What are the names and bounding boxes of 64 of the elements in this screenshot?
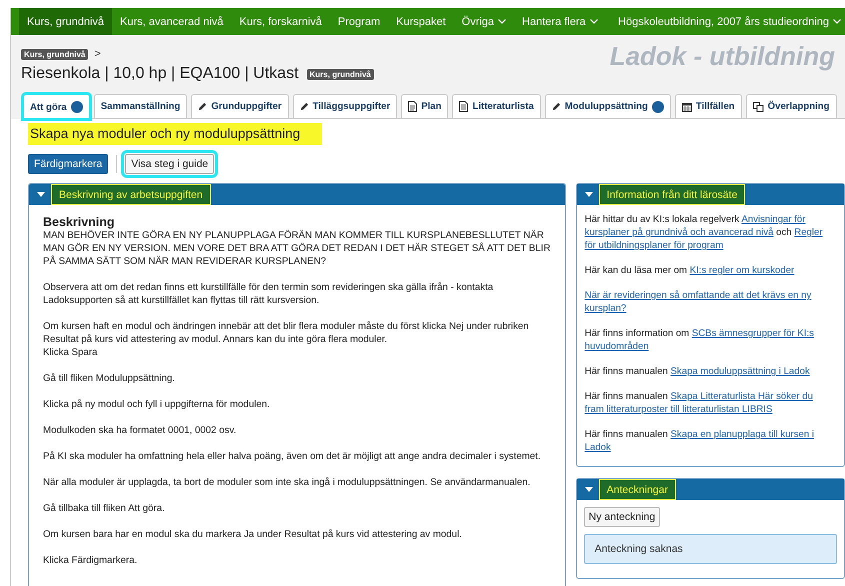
new-note-button[interactable]: Ny anteckning	[584, 507, 660, 527]
paragraph: MAN BEHÖVER INTE GÖRA EN NY PLANUPPLAGA FÖRÄN MAN KOMMER TILL KURSPLANEBESLLUTET NÄR MAN GÖR EN NY VERSION. MEN VORE DET BRA ATT GÖRA DET REDAN I DET HÄR STEGET SÅ ATT DET BLIR PÅ SAMMA SÄTT SOM NÄR MAN REVIDERAR KURSPLANEN?	[43, 229, 551, 268]
tab[interactable]: Grunduppgifter	[191, 94, 289, 118]
app-name: Ladok - utbildning	[610, 41, 835, 72]
tab[interactable]: Moduluppsättning	[544, 94, 671, 118]
paragraph: När är revideringen så omfattande att det krävs en ny kursplan?	[584, 289, 812, 315]
nav-link[interactable]: Högskoleutbildning, 2007 års studieordning	[610, 8, 845, 35]
calendar-icon	[682, 102, 692, 112]
tab[interactable]: Överlappning	[746, 94, 837, 118]
tab[interactable]: Litteraturlista	[452, 94, 541, 118]
paragraph: Här finns manualen Skapa Litteraturlista Här söker du fram litteraturposter till litteraturlistan LIBRIS	[584, 390, 814, 416]
document-icon	[408, 101, 418, 112]
page-heading: Skapa nya moduler och ny moduluppsättning	[28, 123, 322, 145]
tab[interactable]: Tillfällen	[674, 94, 742, 118]
pencil-icon	[198, 102, 208, 111]
pencil-icon	[552, 102, 561, 111]
paragraph: Klicka på ny modul och fyll i uppgifterna för modulen.	[43, 398, 271, 411]
paragraph: När alla moduler är upplagda, ta bort de moduler som inte ska ingå i moduluppsättningen. Se användarmanualen.	[43, 476, 532, 489]
pencil-icon	[300, 102, 309, 111]
chevron-down-icon	[498, 19, 506, 24]
paragraph: Gå tillbaka till fliken Att göra.	[43, 502, 166, 515]
paragraph: Här finns information om SCBs ämnesgrupper för KI:s huvudområden	[584, 327, 815, 353]
panel-title: Beskrivning av arbetsuppgiften	[51, 184, 211, 205]
course-title: Riesenkola | 10,0 hp | EQA100 | Utkast	[21, 65, 299, 83]
paragraph: Här finns manualen Skapa en planupplaga till kursen i Ladok	[584, 428, 816, 454]
nav-link[interactable]: Övriga	[454, 8, 514, 35]
nav-link[interactable]: Hantera flera	[514, 8, 606, 35]
caret-icon	[584, 487, 593, 492]
empty-notes-message: Anteckning saknas	[584, 534, 837, 564]
paragraph: Gå till fliken Moduluppsättning.	[43, 372, 176, 385]
tab[interactable]: Att göra	[23, 94, 90, 119]
chevron-down-icon	[833, 19, 841, 24]
nav-link[interactable]: Kurspaket	[388, 8, 454, 35]
panel-title: Information från ditt lärosäte	[598, 184, 746, 205]
tab[interactable]: Plan	[401, 94, 448, 118]
nav-link[interactable]: Kurs, forskarnivå	[231, 8, 330, 35]
tab[interactable]: Tilläggsuppgifter	[292, 94, 398, 118]
document-icon	[459, 101, 468, 112]
level-badge: Kurs, grundnivå	[306, 68, 374, 80]
panel-header[interactable]: Beskrivning av arbetsuppgiften	[29, 184, 565, 205]
panel-header[interactable]: Information från ditt lärosäte	[576, 184, 844, 205]
caret-icon	[584, 192, 593, 197]
nav-link[interactable]: Kurs, avancerad nivå	[112, 8, 232, 35]
breadcrumb-link[interactable]: Kurs, grundnivå	[21, 48, 88, 60]
paragraph: Klicka Färdigmarkera.	[43, 554, 138, 567]
caret-icon	[37, 192, 45, 197]
nav-link[interactable]: Program	[330, 8, 388, 35]
copy-icon	[752, 102, 764, 112]
section-heading: Beskrivning	[43, 215, 116, 229]
paragraph: Om kursen bara har en modul ska du markera Ja under Resultat på kurs vid attestering av modul.	[43, 528, 463, 541]
mark-done-button[interactable]: Färdigmarkera	[28, 154, 108, 174]
nav-link[interactable]: Kurs, grundnivå	[19, 8, 112, 35]
paragraph: Här finns manualen Skapa moduluppsättning i Ladok	[584, 365, 811, 378]
panel-title: Anteckningar	[598, 479, 676, 500]
tab[interactable]: Sammanställning	[94, 94, 188, 118]
paragraph: Modulkoden ska ha formatet 0001, 0002 osv.	[43, 424, 238, 437]
paragraph: Observera att om det redan finns ett kurstillfälle för den termin som revideringen ska gälla ifrån - kontakta Ladoksupporten så att kurstillfället kan flyttas till rätt kursversion.	[43, 281, 494, 307]
paragraph: Om kursen haft en modul och ändringen innebär att det blir flera moduler måste du först klicka Nej under rubriken Resultat på kurs vid attestering av modul. Annars kan du inte göra flera moduler. Klicka Spara	[43, 320, 530, 359]
paragraph: Här hittar du av KI:s lokala regelverk Anvisningar för kursplaner på grundnivå och avancerad nivå och Regler för utbildningsplaner för program	[584, 213, 824, 252]
chevron-down-icon	[590, 19, 598, 24]
breadcrumb-separator: >	[94, 48, 101, 60]
panel-header[interactable]: Anteckningar	[576, 479, 844, 500]
paragraph: På KI ska moduler ha omfattning hela eller halva poäng, även om det är möjligt att ange andra decimaler i systemet.	[43, 450, 542, 463]
paragraph: Här kan du läsa mer om KI:s regler om kurskoder	[584, 264, 796, 277]
